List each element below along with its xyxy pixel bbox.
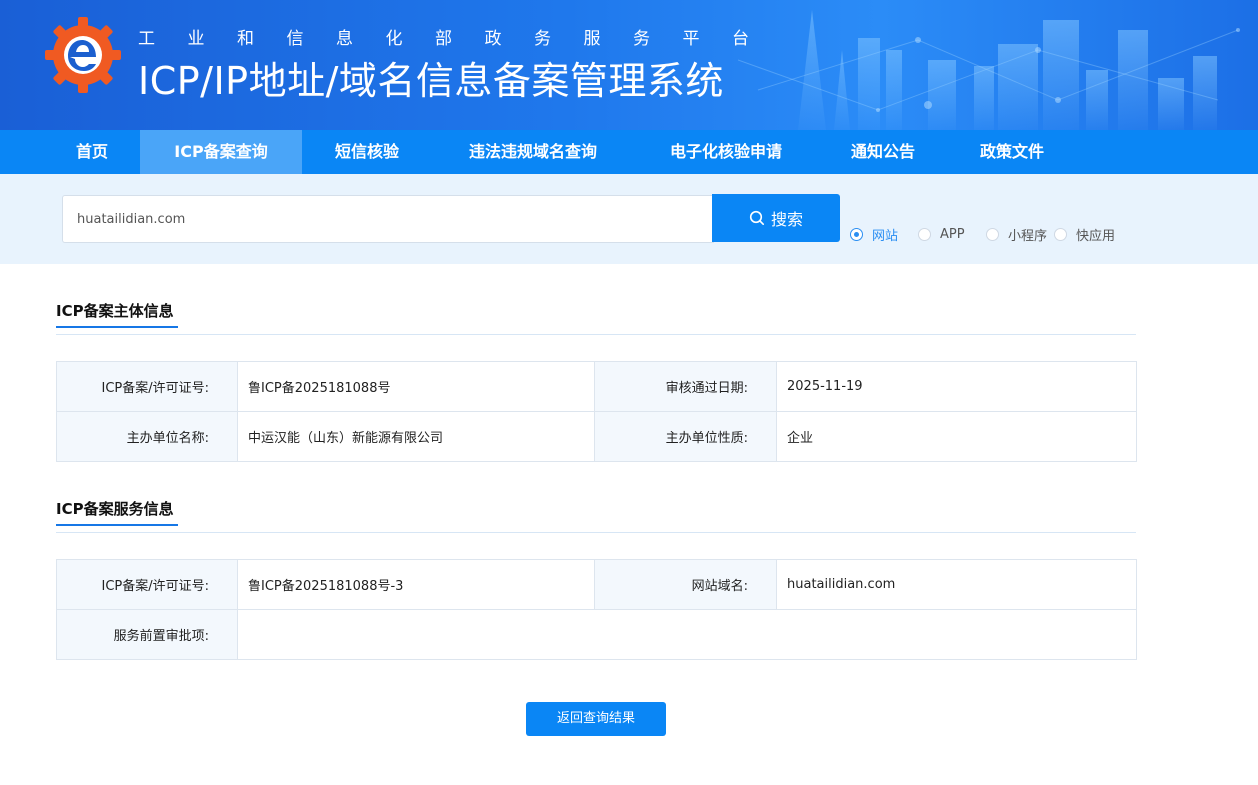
logo-icon (45, 17, 121, 93)
radio-app-label: APP (940, 226, 965, 242)
service-info-heading: ICP备案服务信息 (56, 498, 178, 526)
radio-mini-program[interactable]: 小程序 (986, 226, 1048, 244)
header-banner: 工业和信息化部政务服务平台 ICP/IP地址/域名信息备案管理系统 (0, 0, 1258, 130)
radio-unchecked-icon (918, 227, 931, 241)
city-skyline-illustration (738, 10, 1240, 130)
nav-home[interactable]: 首页 (56, 130, 128, 174)
section-divider (56, 532, 1136, 533)
search-input[interactable] (62, 195, 714, 243)
nav-policy-docs[interactable]: 政策文件 (962, 130, 1062, 174)
service-license-label: ICP备案/许可证号: (56, 559, 238, 610)
search-area: 搜索 网站 APP 小程序 快应用 (0, 174, 1258, 264)
organizer-name-value: 中运汉能（山东）新能源有限公司 (237, 411, 595, 462)
nav-notices[interactable]: 通知公告 (834, 130, 932, 174)
radio-mini-program-label: 小程序 (1008, 228, 1048, 244)
license-label: ICP备案/许可证号: (56, 361, 238, 412)
pre-approval-label: 服务前置审批项: (56, 609, 238, 660)
radio-unchecked-icon (986, 227, 999, 241)
heading-underline (56, 326, 178, 328)
license-value: 鲁ICP备2025181088号 (237, 361, 595, 412)
radio-website-label: 网站 (872, 228, 899, 244)
section-divider (56, 334, 1136, 335)
subject-info-title: ICP备案主体信息 (56, 302, 174, 320)
pre-approval-value (237, 609, 1137, 660)
system-title: ICP/IP地址/域名信息备案管理系统 (138, 59, 724, 103)
service-info-title: ICP备案服务信息 (56, 500, 174, 518)
nav-sms-verify[interactable]: 短信核验 (318, 130, 416, 174)
nav-e-verify-apply[interactable]: 电子化核验申请 (648, 130, 804, 174)
website-domain-value: huatailidian.com (776, 559, 1137, 610)
radio-quick-app-label: 快应用 (1076, 228, 1116, 244)
radio-app[interactable]: APP (918, 226, 965, 242)
service-license-value: 鲁ICP备2025181088号-3 (237, 559, 595, 610)
subject-info-heading: ICP备案主体信息 (56, 300, 178, 328)
radio-unchecked-icon (1054, 227, 1067, 241)
subject-info-table: ICP备案/许可证号: 鲁ICP备2025181088号 审核通过日期: 202… (56, 361, 1137, 462)
table-row: ICP备案/许可证号: 鲁ICP备2025181088号-3 网站域名: hua… (56, 559, 1137, 610)
approval-date-label: 审核通过日期: (594, 361, 777, 412)
radio-website[interactable]: 网站 (850, 226, 899, 244)
search-icon (749, 210, 764, 225)
main-nav: 首页 ICP备案查询 短信核验 违法违规域名查询 电子化核验申请 通知公告 政策… (0, 130, 1258, 174)
organizer-name-label: 主办单位名称: (56, 411, 238, 462)
organizer-nature-label: 主办单位性质: (594, 411, 777, 462)
radio-checked-icon (850, 227, 863, 241)
heading-underline (56, 524, 178, 526)
nav-icp-query[interactable]: ICP备案查询 (140, 130, 302, 174)
table-row: 服务前置审批项: (56, 609, 1137, 660)
organizer-nature-value: 企业 (776, 411, 1137, 462)
service-info-table: ICP备案/许可证号: 鲁ICP备2025181088号-3 网站域名: hua… (56, 559, 1137, 660)
back-to-results-button[interactable]: 返回查询结果 (526, 702, 666, 736)
table-row: ICP备案/许可证号: 鲁ICP备2025181088号 审核通过日期: 202… (56, 361, 1137, 412)
platform-subtitle: 工业和信息化部政务服务平台 (138, 29, 782, 49)
search-button[interactable]: 搜索 (712, 194, 840, 242)
radio-quick-app[interactable]: 快应用 (1054, 226, 1116, 244)
approval-date-value: 2025-11-19 (776, 361, 1137, 412)
table-row: 主办单位名称: 中运汉能（山东）新能源有限公司 主办单位性质: 企业 (56, 411, 1137, 462)
website-domain-label: 网站域名: (594, 559, 777, 610)
nav-illegal-domain-query[interactable]: 违法违规域名查询 (446, 130, 620, 174)
search-button-label: 搜索 (770, 210, 803, 229)
